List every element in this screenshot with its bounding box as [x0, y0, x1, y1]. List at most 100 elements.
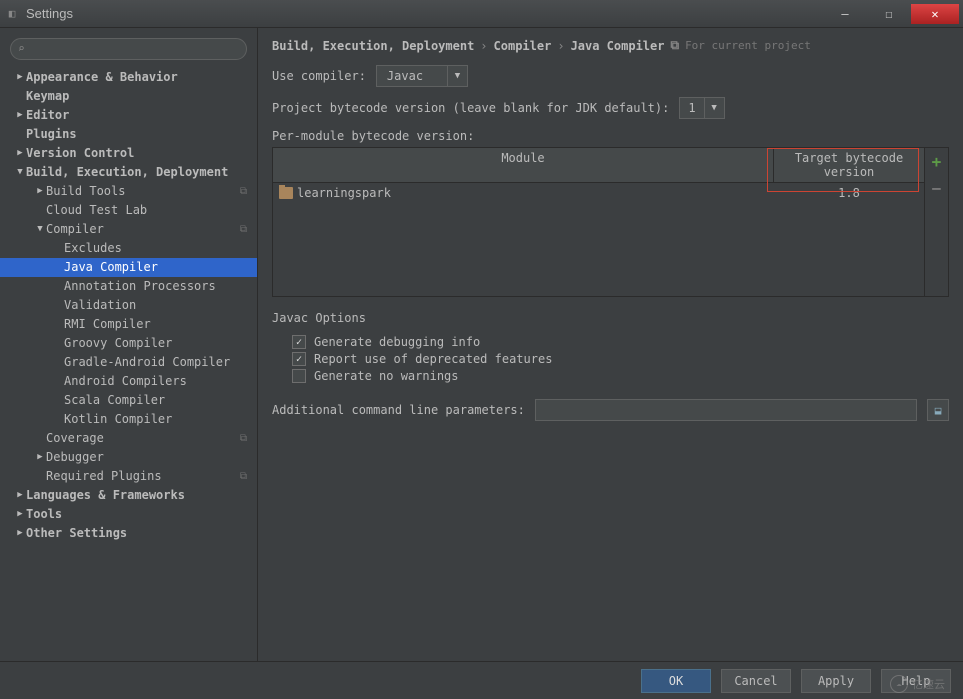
tree-item[interactable]: ▶Version Control: [0, 144, 257, 163]
tree-item[interactable]: ▶Editor: [0, 106, 257, 125]
tree-item-label: Plugins: [26, 125, 77, 144]
checkbox-label: Generate debugging info: [314, 335, 480, 349]
add-module-button[interactable]: +: [932, 152, 942, 171]
chevron-down-icon[interactable]: ▼: [447, 66, 467, 86]
tree-item-label: Java Compiler: [64, 258, 158, 277]
close-button[interactable]: ✕: [911, 4, 959, 24]
tree-item-label: Required Plugins: [46, 467, 162, 486]
main-panel: Build, Execution, Deployment › Compiler …: [258, 28, 963, 668]
checkbox-nowarn[interactable]: [292, 369, 306, 383]
minimize-button[interactable]: —: [823, 4, 867, 24]
additional-params-input[interactable]: [535, 399, 917, 421]
tree-item[interactable]: Keymap: [0, 87, 257, 106]
tree-item-label: Android Compilers: [64, 372, 187, 391]
remove-module-button[interactable]: −: [932, 179, 942, 198]
tree-item[interactable]: ▶Other Settings: [0, 524, 257, 543]
tree-arrow-icon[interactable]: ▶: [34, 182, 46, 201]
tree-arrow-icon[interactable]: ▼: [34, 220, 46, 239]
tree-item[interactable]: Annotation Processors: [0, 277, 257, 296]
tree-arrow-icon[interactable]: ▶: [14, 144, 26, 163]
tree-item-label: RMI Compiler: [64, 315, 151, 334]
cloud-icon: ☁: [890, 675, 908, 693]
app-icon: ◧: [4, 6, 20, 22]
tree-arrow-icon[interactable]: ▶: [14, 524, 26, 543]
breadcrumb: Build, Execution, Deployment › Compiler …: [272, 38, 949, 53]
tree-item[interactable]: Android Compilers: [0, 372, 257, 391]
combo-value: 1: [680, 101, 703, 115]
chevron-down-icon[interactable]: ▼: [704, 98, 724, 118]
copy-icon[interactable]: ⧉: [240, 467, 247, 486]
use-compiler-combo[interactable]: Javac ▼: [376, 65, 468, 87]
tree-item-label: Kotlin Compiler: [64, 410, 172, 429]
tree-item[interactable]: Gradle-Android Compiler: [0, 353, 257, 372]
copy-icon[interactable]: ⧉: [240, 220, 247, 239]
tree-arrow-icon[interactable]: ▼: [14, 163, 26, 182]
tree-item[interactable]: Kotlin Compiler: [0, 410, 257, 429]
col-header-module[interactable]: Module: [273, 148, 774, 182]
tree-item[interactable]: Excludes: [0, 239, 257, 258]
copy-icon[interactable]: ⧉: [240, 182, 247, 201]
tree-arrow-icon[interactable]: ▶: [34, 448, 46, 467]
tree-item-label: Debugger: [46, 448, 104, 467]
target-version-cell[interactable]: 1.8: [774, 183, 924, 203]
tree-item[interactable]: Validation: [0, 296, 257, 315]
breadcrumb-sep: ›: [480, 39, 487, 53]
table-row[interactable]: learningspark 1.8: [273, 183, 924, 203]
additional-params-label: Additional command line parameters:: [272, 403, 525, 417]
project-bytecode-combo[interactable]: 1 ▼: [679, 97, 724, 119]
tree-arrow-icon[interactable]: ▶: [14, 505, 26, 524]
search-input[interactable]: [10, 38, 247, 60]
copy-icon[interactable]: ⧉: [670, 38, 679, 53]
javac-options-title: Javac Options: [272, 311, 949, 325]
breadcrumb-note: For current project: [685, 39, 811, 52]
tree-arrow-icon[interactable]: ▶: [14, 486, 26, 505]
breadcrumb-seg[interactable]: Build, Execution, Deployment: [272, 39, 474, 53]
use-compiler-label: Use compiler:: [272, 69, 366, 83]
maximize-button[interactable]: ☐: [867, 4, 911, 24]
tree-item[interactable]: Java Compiler: [0, 258, 257, 277]
tree-item[interactable]: Coverage⧉: [0, 429, 257, 448]
tree-item[interactable]: ▼Compiler⧉: [0, 220, 257, 239]
search-icon: ⌕: [18, 42, 25, 55]
tree-item-label: Version Control: [26, 144, 134, 163]
settings-tree: ▶Appearance & BehaviorKeymap▶EditorPlugi…: [0, 68, 257, 543]
tree-item[interactable]: Cloud Test Lab: [0, 201, 257, 220]
titlebar: ◧ Settings — ☐ ✕: [0, 0, 963, 28]
breadcrumb-seg[interactable]: Java Compiler: [571, 39, 665, 53]
tree-item-label: Tools: [26, 505, 62, 524]
expand-params-button[interactable]: ⬓: [927, 399, 949, 421]
checkbox-deprecated[interactable]: [292, 352, 306, 366]
tree-item-label: Keymap: [26, 87, 69, 106]
ok-button[interactable]: OK: [641, 669, 711, 693]
tree-item[interactable]: ▼Build, Execution, Deployment: [0, 163, 257, 182]
window-title: Settings: [26, 6, 823, 21]
tree-item-label: Excludes: [64, 239, 122, 258]
tree-item[interactable]: RMI Compiler: [0, 315, 257, 334]
tree-item-label: Build Tools: [46, 182, 125, 201]
tree-item[interactable]: ▶Build Tools ⧉: [0, 182, 257, 201]
tree-item[interactable]: Scala Compiler: [0, 391, 257, 410]
tree-item[interactable]: ▶Appearance & Behavior: [0, 68, 257, 87]
tree-arrow-icon[interactable]: ▶: [14, 106, 26, 125]
tree-arrow-icon[interactable]: ▶: [14, 68, 26, 87]
tree-item-label: Cloud Test Lab: [46, 201, 147, 220]
tree-item-label: Other Settings: [26, 524, 127, 543]
tree-item-label: Appearance & Behavior: [26, 68, 178, 87]
checkbox-label: Generate no warnings: [314, 369, 459, 383]
tree-item[interactable]: ▶Tools: [0, 505, 257, 524]
apply-button[interactable]: Apply: [801, 669, 871, 693]
tree-item[interactable]: ▶Debugger: [0, 448, 257, 467]
copy-icon[interactable]: ⧉: [240, 429, 247, 448]
cancel-button[interactable]: Cancel: [721, 669, 791, 693]
tree-item[interactable]: ▶Languages & Frameworks: [0, 486, 257, 505]
tree-item-label: Languages & Frameworks: [26, 486, 185, 505]
tree-item[interactable]: Required Plugins ⧉: [0, 467, 257, 486]
combo-value: Javac: [377, 69, 447, 83]
breadcrumb-seg[interactable]: Compiler: [494, 39, 552, 53]
checkbox-debug[interactable]: [292, 335, 306, 349]
tree-item[interactable]: Groovy Compiler: [0, 334, 257, 353]
module-name: learningspark: [297, 186, 391, 200]
col-header-target[interactable]: Target bytecode version: [774, 148, 924, 182]
tree-item[interactable]: Plugins: [0, 125, 257, 144]
tree-item-label: Editor: [26, 106, 69, 125]
